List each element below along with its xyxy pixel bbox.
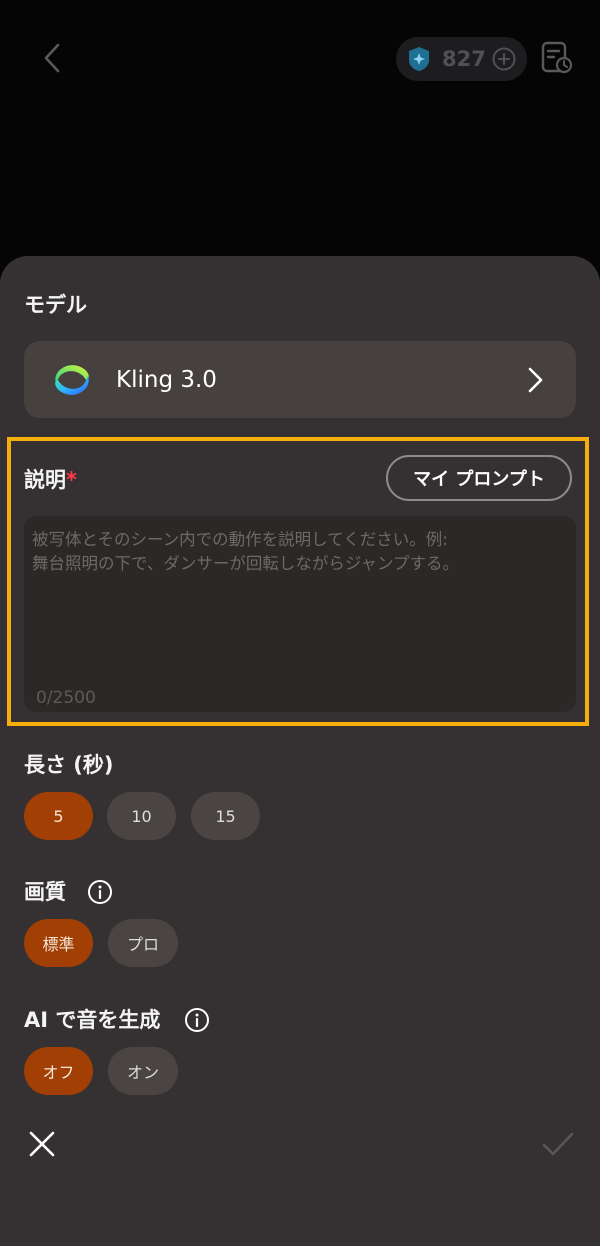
credit-count: 827 [442, 47, 486, 71]
length-option-10[interactable]: 10 [107, 792, 176, 840]
checkmark-icon[interactable] [540, 1128, 576, 1160]
quality-section-title: 画質 [24, 880, 66, 904]
required-mark: * [66, 468, 77, 492]
model-selector[interactable] [24, 341, 576, 418]
add-credits-icon[interactable] [491, 46, 517, 72]
quality-option-standard[interactable]: 標準 [24, 919, 93, 967]
my-prompt-button[interactable]: マイ プロンプト [386, 455, 572, 501]
quality-info-icon[interactable] [87, 879, 113, 905]
ai-audio-option-off[interactable]: オフ [24, 1047, 93, 1095]
ai-audio-section-title: AI で音を生成 [24, 1008, 161, 1032]
kling-logo-icon [48, 358, 96, 402]
history-icon[interactable] [539, 40, 575, 76]
credit-badge-icon [406, 46, 432, 72]
length-option-5[interactable]: 5 [24, 792, 93, 840]
ai-audio-info-icon[interactable] [184, 1007, 210, 1033]
chevron-left-icon [44, 43, 60, 73]
ai-audio-option-on[interactable]: オン [108, 1047, 178, 1095]
length-section-title: 長さ (秒) [24, 753, 114, 777]
description-label: 説明* [24, 468, 77, 492]
close-icon[interactable] [26, 1128, 58, 1160]
model-name: Kling 3.0 [116, 367, 217, 393]
description-placeholder: 被写体とそのシーン内での動作を説明してください。例: 舞台照明の下で、ダンサーが… [32, 530, 460, 573]
length-option-15[interactable]: 15 [191, 792, 260, 840]
back-button[interactable] [32, 36, 72, 80]
quality-option-pro[interactable]: プロ [108, 919, 178, 967]
character-count: 0/2500 [36, 688, 96, 708]
chevron-right-icon [522, 364, 548, 396]
model-section-title: モデル [24, 293, 87, 317]
